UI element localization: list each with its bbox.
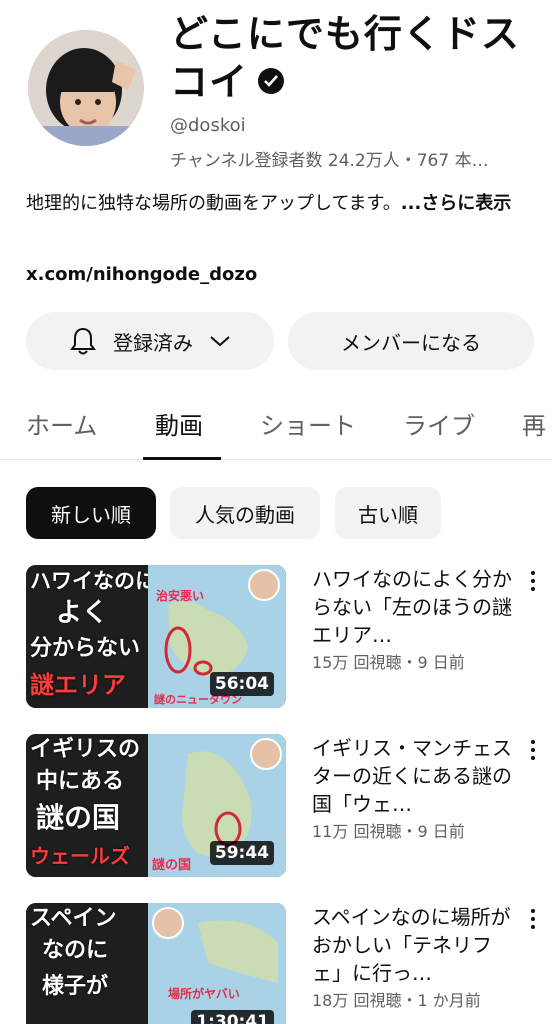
more-options-icon[interactable] bbox=[528, 740, 538, 766]
video-item[interactable]: ハワイなのに よく 分からない 謎エリア 治安悪い 謎のニュータウン 56:04… bbox=[0, 565, 552, 715]
thumbnail-text: 様子が bbox=[42, 974, 109, 999]
map-label: 謎の国 bbox=[152, 858, 192, 873]
thumbnail-text: なのに bbox=[42, 938, 109, 963]
video-meta: 18万 回視聴・1 か月前 bbox=[312, 991, 481, 1010]
more-link[interactable]: ...さらに表示 bbox=[401, 193, 512, 214]
subscribed-label: 登録済み bbox=[113, 330, 193, 355]
channel-description[interactable]: 地理的に独特な場所の動画をアップしてます。...さらに表示 bbox=[26, 190, 530, 218]
map-label: 場所がヤバい bbox=[168, 987, 240, 1001]
thumbnail-text: 謎の国 bbox=[36, 801, 121, 834]
channel-name: どこにでも行くドスコイ bbox=[170, 10, 540, 106]
video-meta: 15万 回視聴・9 日前 bbox=[312, 653, 465, 672]
creator-face-icon bbox=[250, 738, 282, 770]
bell-icon bbox=[69, 326, 97, 356]
thumbnail-text-panel: ハワイなのに よく 分からない 謎エリア bbox=[26, 565, 156, 708]
video-thumbnail[interactable]: イギリスの 中にある 謎の国 ウェールズ 謎の国 59:44 bbox=[26, 734, 286, 877]
thumbnail-text: 中にある bbox=[36, 769, 125, 794]
thumbnail-text: 謎エリア bbox=[30, 671, 126, 699]
tab-playlists-partial[interactable]: 再 bbox=[522, 406, 552, 441]
video-item[interactable]: スペイン なのに 様子が 場所がヤバい 1:30:41 スペインなのに場所がおか… bbox=[0, 903, 552, 1024]
thumbnail-text: イギリスの bbox=[30, 737, 141, 762]
description-text: 地理的に独特な場所の動画をアップしてます。 bbox=[26, 193, 401, 214]
video-meta: 11万 回視聴・9 日前 bbox=[312, 822, 465, 841]
video-item[interactable]: イギリスの 中にある 謎の国 ウェールズ 謎の国 59:44 イギリス・マンチェ… bbox=[0, 734, 552, 884]
channel-avatar[interactable] bbox=[28, 30, 144, 146]
subscribed-button[interactable]: 登録済み bbox=[26, 312, 274, 370]
tab-home[interactable]: ホーム bbox=[26, 406, 97, 441]
video-duration: 59:44 bbox=[209, 841, 274, 865]
chevron-down-icon bbox=[209, 334, 231, 348]
video-thumbnail[interactable]: ハワイなのに よく 分からない 謎エリア 治安悪い 謎のニュータウン 56:04 bbox=[26, 565, 286, 708]
creator-face-icon bbox=[248, 569, 280, 601]
video-title[interactable]: スペインなのに場所がおかしい「テネリフェ」に行っ… bbox=[312, 903, 516, 987]
more-options-icon[interactable] bbox=[528, 571, 538, 597]
thumbnail-map: 場所がヤバい bbox=[148, 903, 286, 1024]
verified-icon bbox=[258, 67, 285, 94]
thumbnail-text: 分からない bbox=[30, 636, 141, 661]
thumbnail-text: ウェールズ bbox=[30, 844, 130, 868]
thumbnail-text: よく bbox=[56, 598, 109, 628]
thumbnail-text: スペイン bbox=[30, 906, 117, 931]
thumbnail-text-panel: イギリスの 中にある 謎の国 ウェールズ bbox=[26, 734, 148, 877]
channel-link[interactable]: x.com/nihongode_dozo bbox=[26, 264, 257, 285]
tab-shorts[interactable]: ショート bbox=[260, 406, 356, 441]
join-membership-button[interactable]: メンバーになる bbox=[288, 312, 534, 370]
channel-tabs: ホーム 動画 ショート ライブ 再 bbox=[0, 390, 552, 460]
tab-videos[interactable]: 動画 bbox=[155, 406, 203, 441]
video-thumbnail[interactable]: スペイン なのに 様子が 場所がヤバい 1:30:41 bbox=[26, 903, 286, 1024]
filter-newest[interactable]: 新しい順 bbox=[26, 487, 156, 539]
map-label: 治安悪い bbox=[156, 589, 205, 603]
thumbnail-text: ハワイなのに bbox=[30, 569, 156, 593]
active-tab-indicator bbox=[143, 457, 221, 460]
video-duration: 1:30:41 bbox=[191, 1010, 274, 1024]
filter-oldest[interactable]: 古い順 bbox=[335, 487, 441, 539]
video-duration: 56:04 bbox=[209, 672, 274, 696]
channel-header: どこにでも行くドスコイ @doskoi チャンネル登録者数 24.2万人・767… bbox=[0, 0, 552, 180]
channel-stats[interactable]: チャンネル登録者数 24.2万人・767 本… bbox=[170, 146, 530, 171]
more-options-icon[interactable] bbox=[528, 909, 538, 935]
creator-face-icon bbox=[152, 907, 184, 939]
tab-live[interactable]: ライブ bbox=[403, 406, 475, 441]
filter-popular[interactable]: 人気の動画 bbox=[170, 487, 320, 539]
channel-name-text: どこにでも行くドスコイ bbox=[170, 12, 520, 104]
video-title[interactable]: イギリス・マンチェスターの近くにある謎の国「ウェ… bbox=[312, 734, 516, 818]
video-title[interactable]: ハワイなのによく分からない「左のほうの謎エリア… bbox=[312, 565, 516, 649]
thumbnail-text-panel: スペイン なのに 様子が bbox=[26, 903, 148, 1024]
channel-handle: @doskoi bbox=[170, 115, 246, 136]
